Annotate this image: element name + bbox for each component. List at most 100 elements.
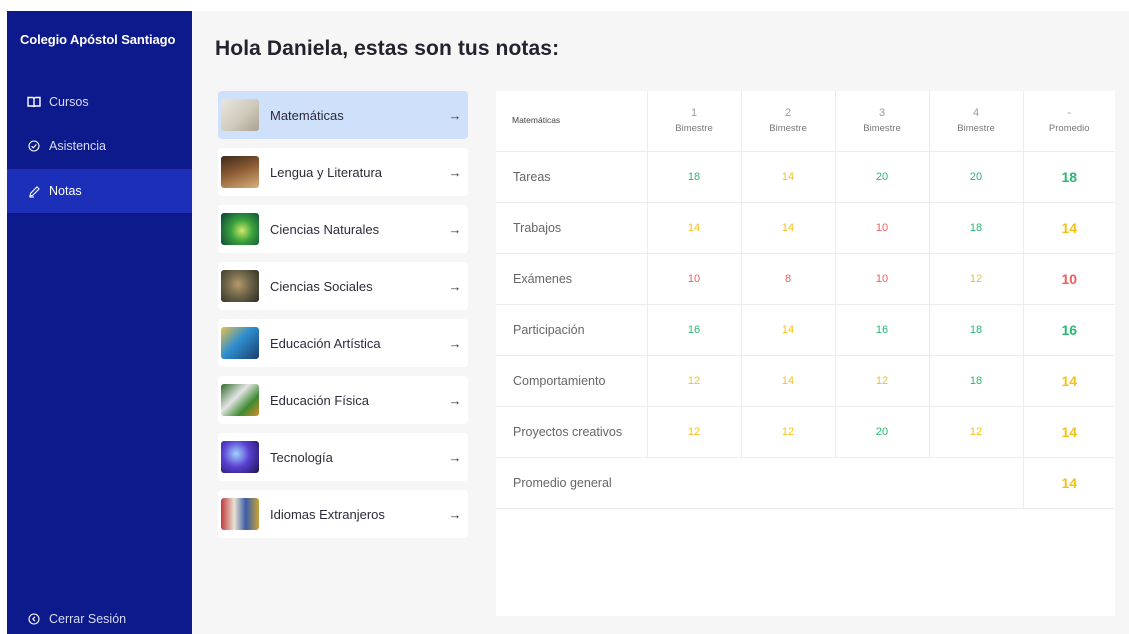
grade-cell: 20 (834, 151, 929, 203)
average-cell: 10 (1022, 253, 1115, 305)
sidebar: Colegio Apóstol Santiago Cursos Asistenc… (7, 11, 192, 634)
grade-cell: 12 (928, 253, 1023, 305)
course-label: Lengua y Literatura (270, 164, 383, 180)
grade-cell: 14 (740, 151, 835, 203)
pencil-icon (27, 184, 41, 198)
average-cell: 14 (1022, 406, 1115, 458)
grade-cell: 16 (834, 304, 929, 356)
grade-cell: 20 (928, 151, 1023, 203)
arrow-right-icon: → (448, 335, 462, 351)
general-average-value: 14 (1022, 457, 1115, 509)
table-row: Participación 16 14 16 18 16 (496, 304, 1115, 356)
arrow-right-icon: → (448, 278, 462, 294)
course-label: Ciencias Sociales (270, 278, 373, 294)
course-item-educacion-fisica[interactable]: Educación Física → (218, 376, 468, 424)
arrow-right-icon: → (448, 107, 462, 123)
course-label: Tecnología (270, 449, 333, 465)
book-icon (27, 95, 41, 109)
grade-cell: 12 (834, 355, 929, 407)
grade-cell: 10 (834, 202, 929, 254)
row-label: Participación (496, 304, 647, 356)
arrow-right-icon: → (448, 506, 462, 522)
column-header: - Promedio (1022, 91, 1115, 152)
grade-cell: 14 (740, 355, 835, 407)
column-header: 4 Bimestre (928, 91, 1023, 152)
arrow-right-icon: → (448, 221, 462, 237)
grade-cell: 14 (646, 202, 741, 254)
art-thumbnail (221, 327, 259, 359)
flags-thumbnail (221, 498, 259, 530)
grade-cell: 12 (646, 355, 741, 407)
table-row: Exámenes 10 8 10 12 10 (496, 253, 1115, 305)
grade-cell: 12 (740, 406, 835, 458)
nature-thumbnail (221, 213, 259, 245)
course-label: Matemáticas (270, 107, 344, 123)
course-label: Idiomas Extranjeros (270, 506, 385, 522)
sports-thumbnail (221, 384, 259, 416)
grade-cell: 12 (646, 406, 741, 458)
column-header: 3 Bimestre (834, 91, 929, 152)
subject-header: Matemáticas (496, 91, 647, 152)
sidebar-item-label: Cursos (49, 95, 89, 109)
arrow-right-icon: → (448, 392, 462, 408)
column-header: 2 Bimestre (740, 91, 835, 152)
row-label: Exámenes (496, 253, 647, 305)
page-title: Hola Daniela, estas son tus notas: (215, 37, 560, 60)
main-content: Hola Daniela, estas son tus notas: Matem… (192, 11, 1129, 634)
grade-cell: 8 (740, 253, 835, 305)
sidebar-item-label: Asistencia (49, 139, 106, 153)
course-item-tecnologia[interactable]: Tecnología → (218, 433, 468, 481)
course-item-lengua[interactable]: Lengua y Literatura → (218, 148, 468, 196)
arrow-right-icon: → (448, 164, 462, 180)
course-label: Educación Artística (270, 335, 381, 351)
course-label: Ciencias Naturales (270, 221, 380, 237)
grades-table: Matemáticas 1 Bimestre 2 Bimestre 3 Bimestr… (496, 91, 1115, 509)
check-circle-icon (27, 139, 41, 153)
grade-cell: 18 (928, 304, 1023, 356)
table-row: Tareas 18 14 20 20 18 (496, 151, 1115, 203)
average-cell: 16 (1022, 304, 1115, 356)
logout-button[interactable]: Cerrar Sesión (7, 597, 192, 634)
course-label: Educación Física (270, 392, 369, 408)
math-thumbnail (221, 99, 259, 131)
arrow-right-icon: → (448, 449, 462, 465)
general-average-label: Promedio general (496, 457, 1023, 509)
grade-cell: 10 (646, 253, 741, 305)
sidebar-item-label: Notas (49, 184, 82, 198)
globe-thumbnail (221, 270, 259, 302)
course-item-ciencias-naturales[interactable]: Ciencias Naturales → (218, 205, 468, 253)
sidebar-item-asistencia[interactable]: Asistencia (7, 124, 192, 168)
row-label: Comportamiento (496, 355, 647, 407)
grade-cell: 12 (928, 406, 1023, 458)
logout-icon (27, 612, 41, 626)
average-cell: 18 (1022, 151, 1115, 203)
grade-cell: 18 (928, 355, 1023, 407)
row-label: Proyectos creativos (496, 406, 647, 458)
table-row: Comportamiento 12 14 12 18 14 (496, 355, 1115, 407)
grade-cell: 14 (740, 202, 835, 254)
table-header-row: Matemáticas 1 Bimestre 2 Bimestre 3 Bimestr… (496, 91, 1115, 152)
course-item-educacion-artistica[interactable]: Educación Artística → (218, 319, 468, 367)
average-cell: 14 (1022, 355, 1115, 407)
course-item-ciencias-sociales[interactable]: Ciencias Sociales → (218, 262, 468, 310)
table-row: Proyectos creativos 12 12 20 12 14 (496, 406, 1115, 458)
grades-card: Matemáticas 1 Bimestre 2 Bimestre 3 Bimestr… (496, 91, 1115, 616)
grade-cell: 14 (740, 304, 835, 356)
general-average-row: Promedio general 14 (496, 457, 1115, 509)
grade-cell: 16 (646, 304, 741, 356)
technology-thumbnail (221, 441, 259, 473)
row-label: Tareas (496, 151, 647, 203)
course-item-idiomas[interactable]: Idiomas Extranjeros → (218, 490, 468, 538)
grade-cell: 20 (834, 406, 929, 458)
course-item-matematicas[interactable]: Matemáticas → (218, 91, 468, 139)
sidebar-item-cursos[interactable]: Cursos (7, 80, 192, 124)
row-label: Trabajos (496, 202, 647, 254)
column-header: 1 Bimestre (646, 91, 741, 152)
school-name: Colegio Apóstol Santiago (20, 32, 176, 47)
grade-cell: 18 (646, 151, 741, 203)
sidebar-item-notas[interactable]: Notas (7, 169, 192, 213)
grade-cell: 18 (928, 202, 1023, 254)
average-cell: 14 (1022, 202, 1115, 254)
books-thumbnail (221, 156, 259, 188)
table-row: Trabajos 14 14 10 18 14 (496, 202, 1115, 254)
